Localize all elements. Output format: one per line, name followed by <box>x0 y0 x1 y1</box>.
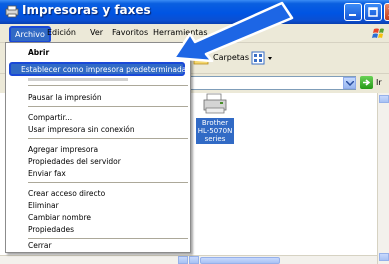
horizontal-scrollbar[interactable] <box>0 255 377 264</box>
menu-item-create-shortcut[interactable]: Crear acceso directo <box>28 189 105 198</box>
close-button[interactable] <box>384 3 389 21</box>
menu-item-set-default-label: Establecer como impresora predeterminada <box>21 65 187 74</box>
menu-item-close[interactable]: Cerrar <box>28 241 52 250</box>
printer-label-line1: Brother <box>201 119 229 127</box>
close-icon <box>388 8 389 16</box>
go-button[interactable] <box>360 76 373 89</box>
scroll-right-button[interactable] <box>189 256 199 264</box>
menu-item-offline[interactable]: Usar impresora sin conexión <box>28 125 135 134</box>
window-title: Impresoras y faxes <box>22 3 151 17</box>
maximize-button[interactable] <box>364 3 382 21</box>
menu-item-add-printer[interactable]: Agregar impresora <box>28 145 98 154</box>
menu-item-pause-printing[interactable]: Pausar la impresión <box>28 93 102 102</box>
menu-item-set-default-printer[interactable]: Establecer como impresora predeterminada <box>9 62 187 76</box>
printer-label-line2: HL-5070N <box>197 127 233 135</box>
menu-ver[interactable]: Ver <box>90 28 103 37</box>
menu-separator <box>28 182 188 183</box>
menu-item-server-properties[interactable]: Propiedades del servidor <box>28 157 121 166</box>
menu-item-send-fax[interactable]: Enviar fax <box>28 169 66 178</box>
hidden-menu-item <box>28 78 128 81</box>
menu-separator <box>28 238 188 239</box>
chevron-down-icon <box>346 81 354 86</box>
menu-item-properties[interactable]: Propiedades <box>28 225 74 234</box>
windows-logo-icon <box>362 26 388 41</box>
menu-item-delete[interactable]: Eliminar <box>28 201 59 210</box>
menu-edicion[interactable]: Edición <box>47 28 76 37</box>
go-arrow-icon <box>363 79 371 86</box>
menu-item-rename[interactable]: Cambiar nombre <box>28 213 91 222</box>
maximize-icon <box>368 7 378 17</box>
printers-window: Impresoras y faxes Archivo Edición Ver F… <box>0 0 389 264</box>
minimize-icon <box>349 14 356 16</box>
scroll-up-button[interactable] <box>379 95 389 103</box>
minimize-button[interactable] <box>344 3 362 21</box>
menu-separator <box>28 85 188 86</box>
menu-separator <box>28 138 188 139</box>
menu-favoritos[interactable]: Favoritos <box>112 28 148 37</box>
pointer-arrow-icon <box>172 1 294 62</box>
vertical-scrollbar[interactable] <box>377 93 389 264</box>
address-dropdown-button[interactable] <box>343 77 356 89</box>
scroll-left-button[interactable] <box>178 256 188 264</box>
printer-folder-icon <box>5 5 19 18</box>
menu-separator <box>28 106 188 107</box>
menu-item-share[interactable]: Compartir... <box>28 113 72 122</box>
printer-icon <box>203 93 227 114</box>
horizontal-scroll-thumb[interactable] <box>200 257 280 264</box>
menu-archivo[interactable]: Archivo <box>9 26 51 43</box>
printer-label: Brother HL-5070N series <box>196 118 234 144</box>
address-field[interactable] <box>186 76 356 90</box>
printer-label-line3: series <box>204 135 226 143</box>
scroll-down-button[interactable] <box>379 253 389 261</box>
go-label: Ir <box>376 78 382 87</box>
menu-item-abrir[interactable]: Abrir <box>28 48 49 57</box>
archivo-dropdown-menu: Abrir Establecer como impresora predeter… <box>5 42 191 253</box>
